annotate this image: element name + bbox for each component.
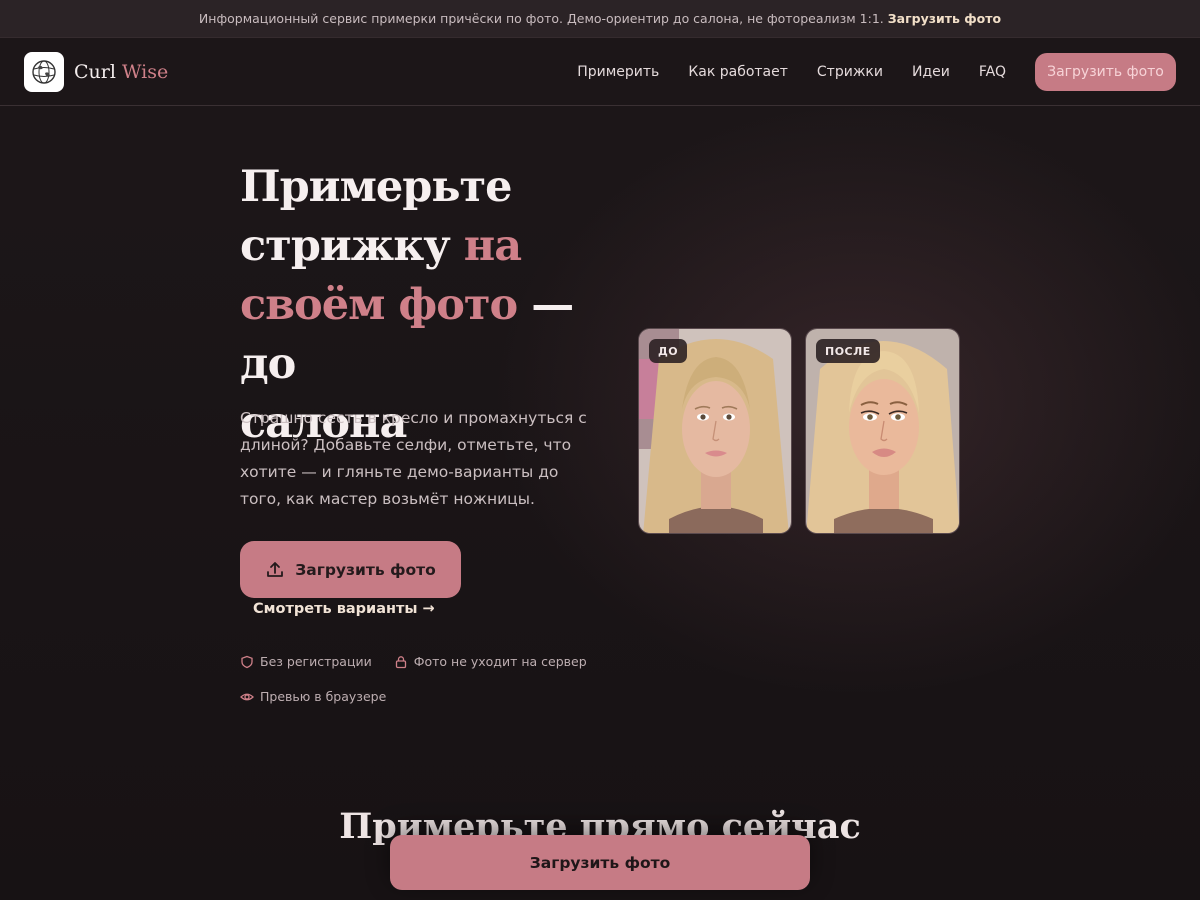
nav-item-ideas[interactable]: Идеи (912, 64, 950, 80)
hero-description: Страшно сесть в кресло и промахнуться с … (240, 409, 587, 508)
nav-item-try[interactable]: Примерить (577, 64, 659, 80)
view-variants-link[interactable]: Смотреть варианты → (253, 601, 435, 617)
sticky-upload-button[interactable]: Загрузить фото (390, 835, 810, 890)
before-photo: ДО (638, 328, 792, 534)
header-upload-button[interactable]: Загрузить фото (1035, 52, 1176, 91)
shield-icon (241, 655, 253, 668)
badge-browser-preview: Превью в браузере (240, 689, 386, 704)
trust-badges-row-2: Превью в браузере (240, 689, 408, 704)
hero-title-line1: Примерьте (240, 162, 513, 212)
hero-title-accent2: своём фото (240, 280, 518, 330)
nav-item-haircuts[interactable]: Стрижки (817, 64, 883, 80)
after-label: ПОСЛЕ (816, 339, 880, 363)
hero-title-line2: стрижку (240, 221, 464, 271)
badge-label: Фото не уходит на сервер (413, 654, 587, 669)
announcement-bar: Информационный сервис примерки причёски … (0, 0, 1200, 38)
after-photo: ПОСЛЕ (805, 328, 960, 534)
announcement-text: Информационный сервис примерки причёски … (198, 11, 884, 26)
brand-name-part2: Wise (121, 60, 169, 83)
announcement-upload-link[interactable]: Загрузить фото (888, 11, 1001, 26)
brand-name: Curl Wise (74, 61, 168, 83)
badge-no-registration: Без регистрации (240, 654, 372, 669)
trust-badges-row-1: Без регистрации Фото не уходит на сервер (240, 654, 609, 669)
eye-icon (240, 693, 254, 700)
brand-logo[interactable]: Curl Wise (24, 51, 168, 92)
nav-item-faq[interactable]: FAQ (979, 64, 1006, 80)
site-header: Curl Wise Примерить Как работает Стрижки … (0, 38, 1200, 106)
badge-photo-local: Фото не уходит на сервер (394, 654, 587, 669)
lock-icon (395, 655, 406, 668)
badge-label: Без регистрации (260, 654, 372, 669)
upload-icon (265, 560, 285, 580)
globe-logo-icon (24, 51, 64, 92)
main-nav: Примерить Как работает Стрижки Идеи FAQ … (577, 52, 1176, 91)
hero-upload-label: Загрузить фото (295, 560, 436, 579)
before-label: ДО (649, 339, 688, 363)
badge-label: Превью в браузере (260, 689, 387, 704)
hero-upload-button[interactable]: Загрузить фото (240, 541, 461, 598)
brand-name-part1: Curl (74, 60, 116, 83)
nav-item-how-it-works[interactable]: Как работает (688, 64, 788, 80)
hero-title-accent1: на (463, 221, 522, 271)
